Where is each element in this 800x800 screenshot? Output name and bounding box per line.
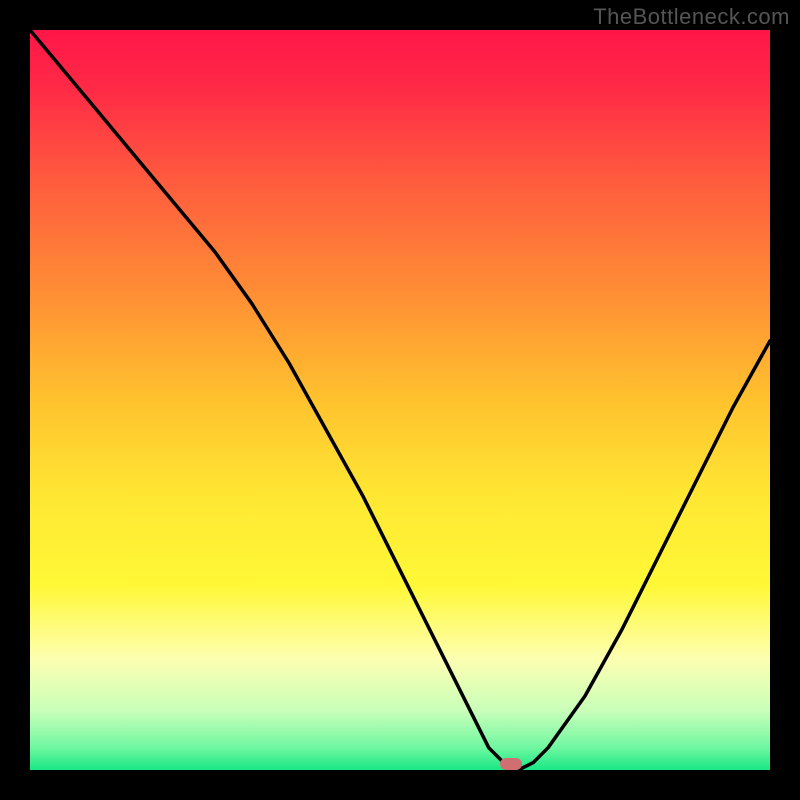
minimum-marker (500, 758, 522, 770)
plot-area (30, 30, 770, 770)
gradient-background (30, 30, 770, 770)
chart-svg (30, 30, 770, 770)
watermark-text: TheBottleneck.com (593, 4, 790, 30)
chart-frame: TheBottleneck.com (0, 0, 800, 800)
